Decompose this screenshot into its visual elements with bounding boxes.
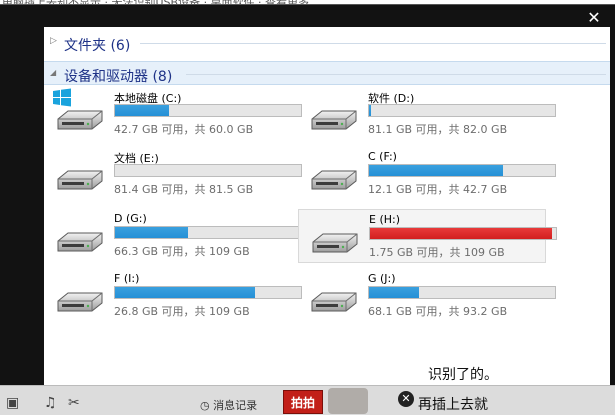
drive-free-space: 1.75 GB 可用，共 109 GB bbox=[369, 246, 505, 259]
music-icon[interactable]: ♫ bbox=[44, 395, 57, 411]
drive-tile[interactable]: G (J:) 68.1 GB 可用，共 93.2 GB bbox=[298, 269, 556, 323]
group-header-folders[interactable]: ▷ 文件夹 (6) bbox=[44, 31, 610, 55]
hard-drive-icon bbox=[308, 97, 360, 135]
drive-tile[interactable]: D (G:) 66.3 GB 可用，共 109 GB bbox=[44, 209, 302, 263]
hard-drive-icon bbox=[54, 157, 106, 195]
drive-name: C (F:) bbox=[368, 150, 397, 163]
dismiss-icon[interactable]: ✕ bbox=[398, 391, 414, 407]
drive-usage-fill bbox=[370, 228, 553, 239]
drive-tile[interactable]: C (F:) 12.1 GB 可用，共 42.7 GB bbox=[298, 147, 556, 201]
drive-usage-bar bbox=[368, 104, 556, 117]
collapse-arrow-icon[interactable]: ◢ bbox=[50, 68, 56, 77]
close-icon[interactable]: ✕ bbox=[583, 7, 605, 29]
image-icon[interactable]: ▣ bbox=[6, 395, 19, 411]
drive-name: E (H:) bbox=[369, 213, 401, 226]
drives-dialog: ✕ ▷ 文件夹 (6) ◢ 设备和驱动器 (8) 本地磁盘 (C:) 42.7 G… bbox=[0, 4, 615, 386]
drive-usage-bar bbox=[368, 286, 556, 299]
windows-logo-icon bbox=[52, 88, 72, 108]
scissors-icon[interactable]: ✂ bbox=[68, 395, 80, 411]
drive-usage-bar bbox=[114, 226, 302, 239]
drive-usage-fill bbox=[115, 227, 188, 238]
drive-tile[interactable]: 本地磁盘 (C:) 42.7 GB 可用，共 60.0 GB bbox=[44, 87, 302, 141]
hard-drive-icon bbox=[54, 219, 106, 257]
drive-name: D (G:) bbox=[114, 212, 147, 225]
avatar-thumbnail bbox=[328, 388, 368, 414]
drive-name: G (J:) bbox=[368, 272, 396, 285]
drive-usage-bar bbox=[114, 104, 302, 117]
hard-drive-icon bbox=[54, 279, 106, 317]
drive-free-space: 12.1 GB 可用，共 42.7 GB bbox=[368, 183, 508, 196]
drive-free-space: 26.8 GB 可用，共 109 GB bbox=[114, 305, 250, 318]
drive-free-space: 66.3 GB 可用，共 109 GB bbox=[114, 245, 250, 258]
drive-usage-bar bbox=[114, 286, 302, 299]
message-history-link[interactable]: ◷ 消息记录 bbox=[200, 397, 257, 413]
drive-usage-fill bbox=[369, 165, 503, 176]
hard-drive-icon bbox=[308, 157, 360, 195]
drive-usage-bar bbox=[114, 164, 302, 177]
chat-bubble-line1: 识别了的。 bbox=[428, 367, 498, 383]
drive-name: F (I:) bbox=[114, 272, 140, 285]
drive-free-space: 81.1 GB 可用，共 82.0 GB bbox=[368, 123, 508, 136]
drive-free-space: 81.4 GB 可用，共 81.5 GB bbox=[114, 183, 254, 196]
drive-usage-fill bbox=[369, 287, 420, 298]
paipai-button[interactable]: 拍拍 bbox=[283, 390, 323, 414]
drive-free-space: 68.1 GB 可用，共 93.2 GB bbox=[368, 305, 508, 318]
chat-bubble-line2: 再插上去就 bbox=[418, 397, 488, 413]
group-divider bbox=[186, 74, 606, 75]
drive-tile[interactable]: F (I:) 26.8 GB 可用，共 109 GB bbox=[44, 269, 302, 323]
expand-arrow-icon[interactable]: ▷ bbox=[50, 36, 57, 46]
hard-drive-icon bbox=[309, 220, 361, 258]
group-divider bbox=[140, 43, 606, 44]
drive-usage-bar bbox=[369, 227, 557, 240]
hard-drive-icon bbox=[308, 279, 360, 317]
drive-usage-fill bbox=[115, 105, 169, 116]
dialog-content: ▷ 文件夹 (6) ◢ 设备和驱动器 (8) 本地磁盘 (C:) 42.7 GB … bbox=[44, 27, 610, 386]
group-title-folders: 文件夹 (6) bbox=[64, 38, 131, 54]
drive-usage-fill bbox=[369, 105, 371, 116]
chat-toolbar: ▣ ♫ ✂ ◷ 消息记录 拍拍 ✕ 识别了的。 再插上去就 bbox=[0, 367, 615, 415]
clock-icon: ◷ bbox=[200, 399, 214, 412]
group-title-devices: 设备和驱动器 (8) bbox=[64, 69, 173, 85]
drive-tile[interactable]: E (H:) 1.75 GB 可用，共 109 GB bbox=[298, 209, 557, 263]
message-history-label: 消息记录 bbox=[213, 399, 258, 412]
drive-tile[interactable]: 文档 (E:) 81.4 GB 可用，共 81.5 GB bbox=[44, 147, 302, 201]
drive-free-space: 42.7 GB 可用，共 60.0 GB bbox=[114, 123, 254, 136]
drive-usage-bar bbox=[368, 164, 556, 177]
drive-tile[interactable]: 软件 (D:) 81.1 GB 可用，共 82.0 GB bbox=[298, 87, 556, 141]
drive-usage-fill bbox=[115, 287, 255, 298]
group-header-devices[interactable]: ◢ 设备和驱动器 (8) bbox=[44, 61, 610, 85]
